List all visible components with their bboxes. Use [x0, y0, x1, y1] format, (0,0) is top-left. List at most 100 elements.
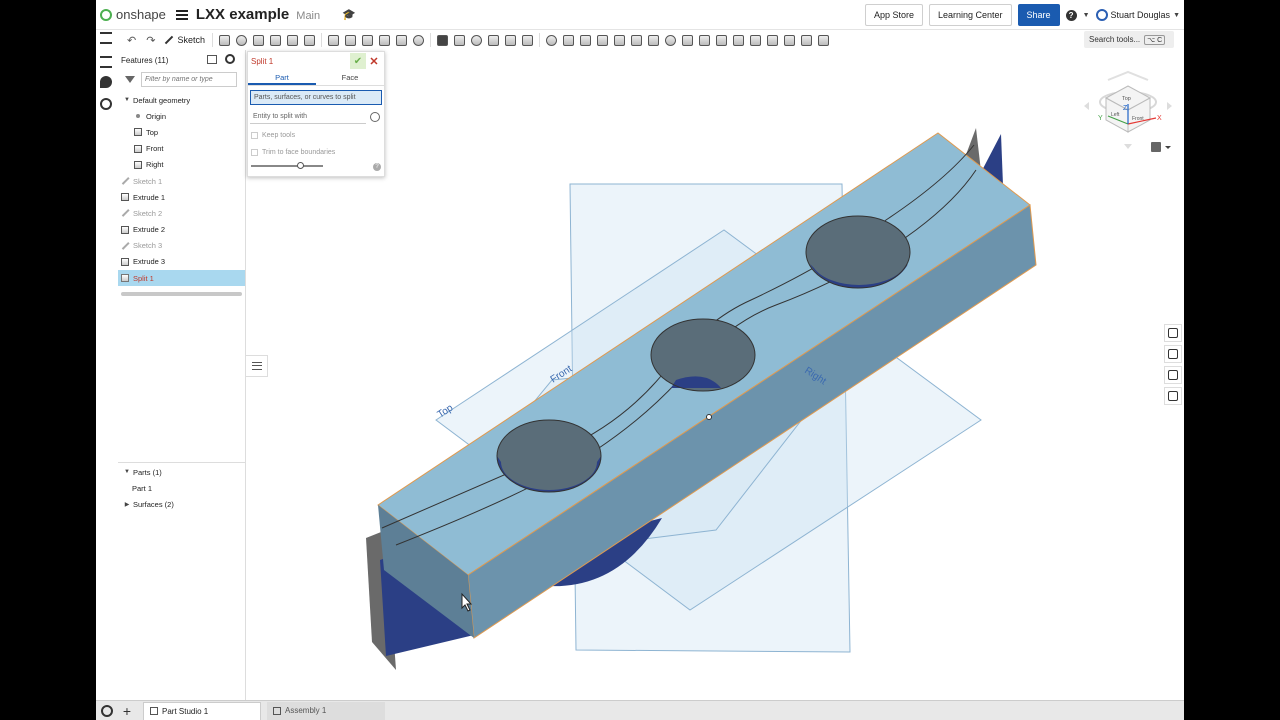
tree-item-front-plane[interactable]: Front: [118, 141, 245, 157]
feature-list-icon[interactable]: [100, 32, 112, 44]
feature-tree-scrollbar[interactable]: [121, 292, 242, 297]
variable-icon[interactable]: [681, 34, 693, 46]
parts-to-split-field[interactable]: Parts, surfaces, or curves to split: [250, 90, 382, 105]
app-store-button[interactable]: App Store: [864, 4, 923, 26]
search-tools-input[interactable]: Search tools... ⌥ C: [1084, 31, 1174, 48]
onshape-logo[interactable]: onshape: [100, 7, 166, 22]
parts-header[interactable]: ▼ Parts (1): [118, 464, 246, 480]
feature-filter-input[interactable]: [141, 71, 237, 87]
dialog-help-icon[interactable]: ?: [373, 163, 381, 171]
tab-icon[interactable]: [647, 34, 659, 46]
hole-3[interactable]: [805, 215, 911, 289]
thicken-icon[interactable]: [286, 34, 298, 46]
preview-slider[interactable]: [251, 162, 323, 169]
tab-face[interactable]: Face: [316, 70, 384, 85]
menu-icon[interactable]: [175, 9, 188, 20]
rib-icon[interactable]: [378, 34, 390, 46]
delete-part-icon[interactable]: [521, 34, 533, 46]
sheet-metal-icon[interactable]: [613, 34, 625, 46]
tree-item-extrude-2[interactable]: Extrude 2: [118, 222, 245, 238]
user-menu[interactable]: Stuart Douglas ▼: [1095, 9, 1180, 21]
tree-item-split-1[interactable]: Split 1: [118, 270, 245, 287]
add-custom-feature-icon[interactable]: [817, 34, 829, 46]
measure-icon[interactable]: [664, 34, 676, 46]
configurations-button[interactable]: [1164, 366, 1182, 384]
checkbox-icon[interactable]: [251, 148, 258, 156]
surface-icon[interactable]: [715, 34, 727, 46]
entity-to-split-with-field[interactable]: Entity to split with: [250, 110, 366, 124]
move-face-icon[interactable]: [783, 34, 795, 46]
filter-icon[interactable]: [125, 75, 135, 83]
help-icon[interactable]: ?: [1065, 9, 1077, 21]
flange-icon[interactable]: [630, 34, 642, 46]
rollback-clock-icon[interactable]: [225, 54, 235, 64]
enclose-icon[interactable]: [303, 34, 315, 46]
plane-icon[interactable]: [545, 34, 557, 46]
mate-connector-icon[interactable]: [562, 34, 574, 46]
part-item[interactable]: Part 1: [118, 480, 246, 496]
document-title[interactable]: LXX example: [196, 6, 289, 23]
tree-item-sketch-2[interactable]: Sketch 2: [118, 205, 245, 221]
share-button[interactable]: Share: [1017, 4, 1060, 26]
surfaces-header[interactable]: ▶ Surfaces (2): [118, 496, 246, 512]
sweep-icon[interactable]: [252, 34, 264, 46]
redo-icon[interactable]: ↷: [146, 34, 155, 47]
undo-icon[interactable]: ↶: [127, 34, 136, 47]
add-tab-button[interactable]: +: [117, 701, 137, 720]
offset-icon[interactable]: [749, 34, 761, 46]
checkbox-icon[interactable]: [251, 131, 258, 139]
chevron-down-icon[interactable]: ▼: [121, 469, 133, 475]
appearance-panel-button[interactable]: [1164, 324, 1182, 342]
tree-item-sketch-3[interactable]: Sketch 3: [118, 238, 245, 254]
learning-center-button[interactable]: Learning Center: [929, 4, 1012, 26]
chevron-right-icon[interactable]: ▶: [121, 501, 133, 508]
linear-pattern-icon[interactable]: [436, 34, 448, 46]
tree-item-extrude-1[interactable]: Extrude 1: [118, 189, 245, 205]
education-cap-icon[interactable]: 🎓: [342, 8, 356, 21]
extrude-icon[interactable]: [218, 34, 230, 46]
view-cube-top[interactable]: Top: [1122, 96, 1131, 102]
slider-knob[interactable]: [297, 162, 304, 169]
hole-1[interactable]: [496, 419, 602, 493]
tab-manager-icon[interactable]: [101, 704, 113, 717]
tab-part[interactable]: Part: [248, 70, 316, 85]
tree-item-default-geometry[interactable]: ▼ Default geometry: [118, 92, 245, 108]
comments-icon[interactable]: [100, 76, 112, 88]
boolean-icon[interactable]: [470, 34, 482, 46]
view-cube[interactable]: Top Left Front X Y Z: [1084, 70, 1172, 149]
revolve-icon[interactable]: [235, 34, 247, 46]
chamfer-icon[interactable]: [344, 34, 356, 46]
curve-icon[interactable]: [596, 34, 608, 46]
dialog-title[interactable]: Split 1: [251, 57, 273, 66]
branch-name[interactable]: Main: [296, 10, 320, 22]
helix-icon[interactable]: [579, 34, 591, 46]
help-caret-icon[interactable]: ▼: [1083, 12, 1090, 19]
tree-item-origin[interactable]: Origin: [118, 108, 245, 124]
boundary-icon[interactable]: [766, 34, 778, 46]
selection-clock-icon[interactable]: [370, 111, 380, 122]
tree-item-sketch-1[interactable]: Sketch 1: [118, 173, 245, 189]
transform-icon[interactable]: [504, 34, 516, 46]
panel-toggle-button[interactable]: [246, 355, 268, 377]
shell-icon[interactable]: [395, 34, 407, 46]
keep-tools-checkbox[interactable]: Keep tools: [251, 129, 384, 141]
mass-properties-button[interactable]: [1164, 345, 1182, 363]
frame-icon[interactable]: [698, 34, 710, 46]
close-icon[interactable]: ✕: [367, 53, 381, 69]
chevron-down-icon[interactable]: ▼: [121, 97, 133, 103]
tree-item-extrude-3[interactable]: Extrude 3: [118, 254, 245, 270]
mirror-icon[interactable]: [453, 34, 465, 46]
vertex-point[interactable]: [706, 414, 712, 420]
variables-panel-button[interactable]: [1164, 387, 1182, 405]
fillet-icon[interactable]: [327, 34, 339, 46]
fill-icon[interactable]: [732, 34, 744, 46]
draft-icon[interactable]: [361, 34, 373, 46]
tree-item-top-plane[interactable]: Top: [118, 124, 245, 140]
replace-face-icon[interactable]: [800, 34, 812, 46]
tab-part-studio-1[interactable]: Part Studio 1: [143, 701, 261, 720]
trim-boundaries-checkbox[interactable]: Trim to face boundaries: [251, 146, 384, 158]
accept-check-icon[interactable]: ✔: [350, 53, 366, 69]
variables-icon[interactable]: [100, 56, 112, 68]
tree-item-right-plane[interactable]: Right: [118, 157, 245, 173]
split-icon[interactable]: [487, 34, 499, 46]
